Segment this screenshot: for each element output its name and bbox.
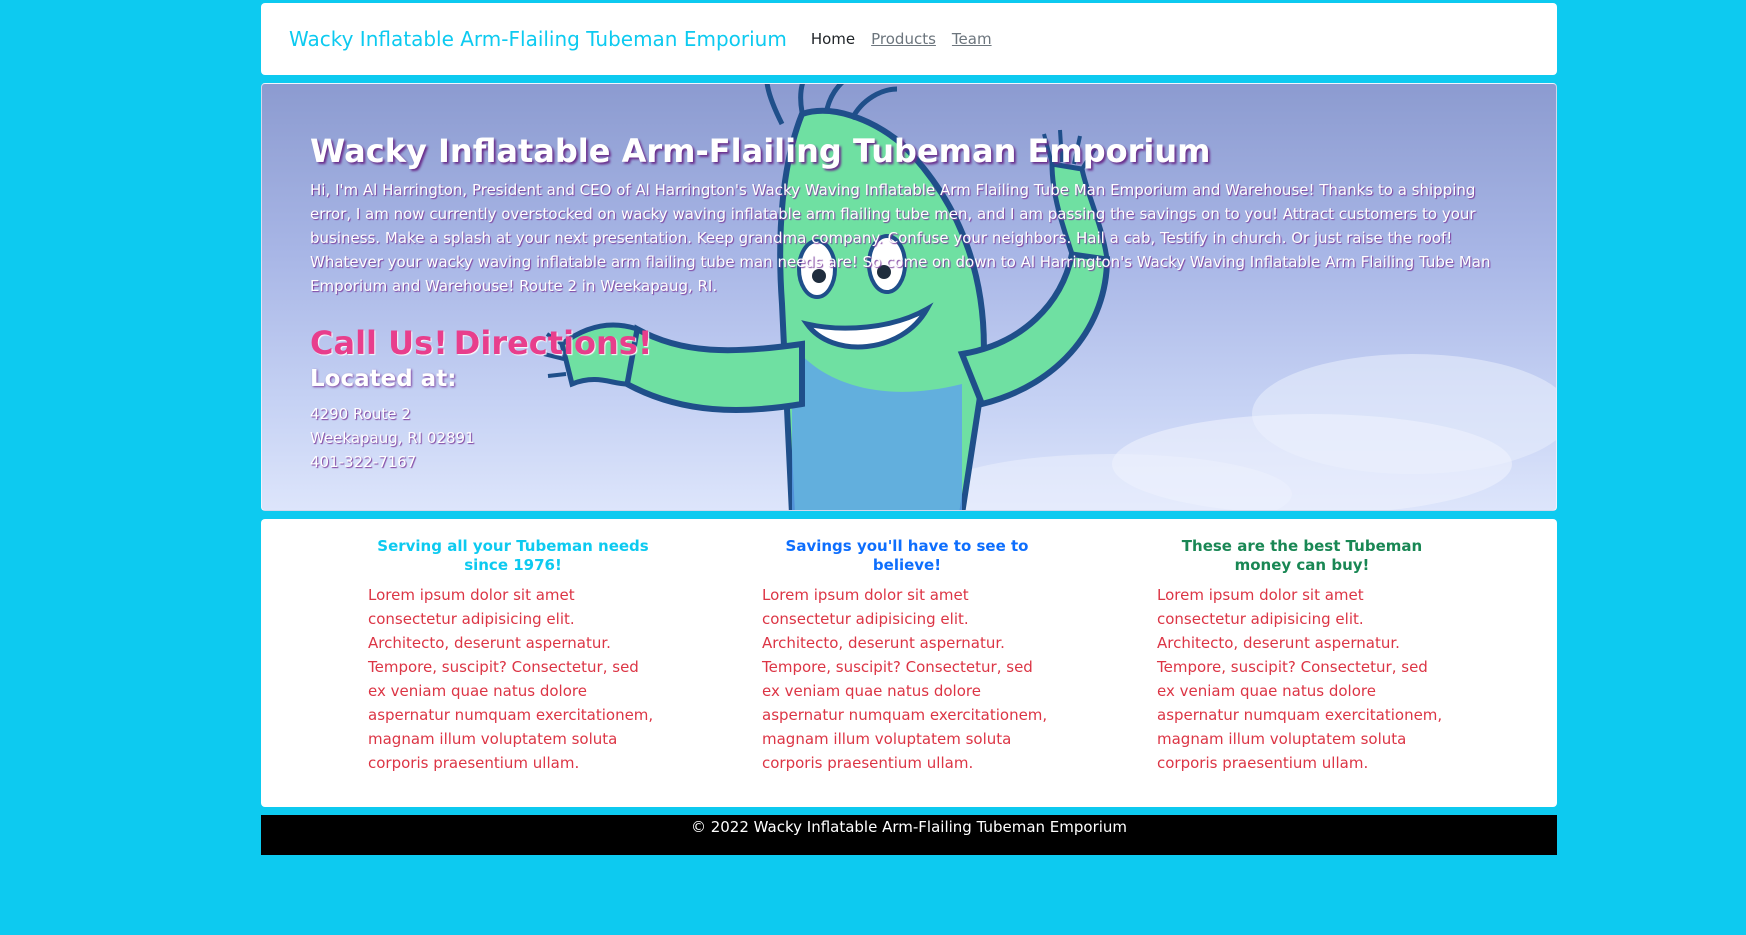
- location-heading: Located at:: [310, 366, 457, 392]
- cta-links: Call Us! Directions!: [310, 324, 1516, 362]
- features-section: Serving all your Tubeman needs since 197…: [261, 519, 1557, 807]
- page-container: Wacky Inflatable Arm-Flailing Tubeman Em…: [261, 3, 1557, 855]
- nav-link-home[interactable]: Home: [811, 30, 855, 48]
- hero-description: Hi, I'm Al Harrington, President and CEO…: [310, 181, 1491, 295]
- footer: © 2022 Wacky Inflatable Arm-Flailing Tub…: [261, 815, 1557, 855]
- hero-content: Wacky Inflatable Arm-Flailing Tubeman Em…: [310, 132, 1516, 474]
- feature-body: Lorem ipsum dolor sit amet consectetur a…: [1157, 586, 1443, 772]
- feature-card: These are the best Tubeman money can buy…: [1157, 537, 1447, 775]
- feature-heading: These are the best Tubeman money can buy…: [1181, 537, 1423, 574]
- feature-heading: Savings you'll have to see to believe!: [785, 537, 1029, 574]
- navbar: Wacky Inflatable Arm-Flailing Tubeman Em…: [261, 3, 1557, 75]
- address-line-2: Weekapaug, RI 02891: [310, 429, 475, 447]
- feature-body: Lorem ipsum dolor sit amet consectetur a…: [762, 586, 1048, 772]
- hero-banner: Wacky Inflatable Arm-Flailing Tubeman Em…: [261, 83, 1557, 511]
- call-us-link[interactable]: Call Us!: [310, 324, 448, 362]
- address-line-1: 4290 Route 2: [310, 405, 411, 423]
- phone-number: 401-322-7167: [310, 453, 417, 471]
- directions-link[interactable]: Directions!: [454, 324, 653, 362]
- hero-title: Wacky Inflatable Arm-Flailing Tubeman Em…: [310, 132, 1211, 170]
- feature-card: Serving all your Tubeman needs since 197…: [368, 537, 658, 775]
- nav-link-products[interactable]: Products: [871, 30, 936, 48]
- brand-link[interactable]: Wacky Inflatable Arm-Flailing Tubeman Em…: [289, 27, 787, 51]
- nav-link-team[interactable]: Team: [952, 30, 992, 48]
- feature-card: Savings you'll have to see to believe! L…: [762, 537, 1052, 775]
- address-block: 4290 Route 2 Weekapaug, RI 02891 401-322…: [310, 402, 1516, 474]
- copyright-text: © 2022 Wacky Inflatable Arm-Flailing Tub…: [690, 818, 1128, 836]
- feature-body: Lorem ipsum dolor sit amet consectetur a…: [368, 586, 654, 772]
- feature-heading: Serving all your Tubeman needs since 197…: [377, 537, 649, 574]
